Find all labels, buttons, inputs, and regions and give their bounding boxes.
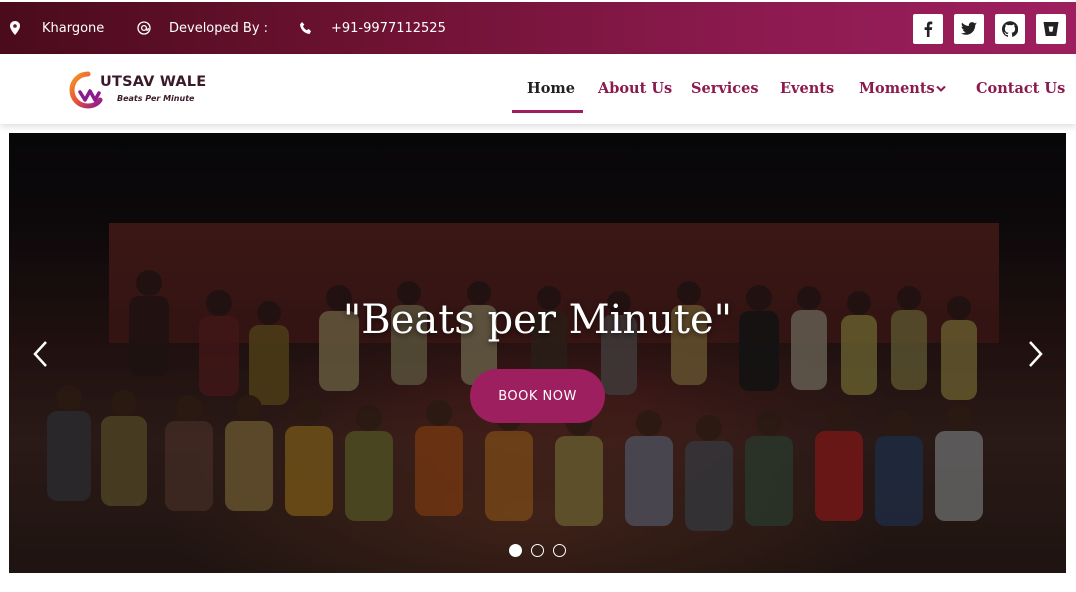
carousel-next-icon[interactable] [1023, 338, 1047, 370]
main-navbar: UTSAV WALE Beats Per Minute Home About U… [0, 54, 1076, 124]
carousel-dot-1[interactable] [509, 544, 522, 557]
hero-carousel: "Beats per Minute" BOOK NOW [9, 133, 1066, 573]
nav-services[interactable]: Services [691, 80, 759, 97]
book-now-button[interactable]: BOOK NOW [470, 369, 605, 423]
logo-title: UTSAV WALE [100, 74, 207, 90]
site-logo[interactable]: UTSAV WALE Beats Per Minute [68, 70, 218, 110]
nav-moments[interactable]: Moments [859, 80, 935, 97]
phone-text[interactable]: +91-9977112525 [331, 2, 446, 54]
nav-events[interactable]: Events [780, 80, 834, 97]
map-pin-icon [9, 2, 21, 54]
nav-contact-us[interactable]: Contact Us [976, 80, 1065, 97]
bitbucket-icon[interactable] [1036, 14, 1066, 44]
nav-about-us[interactable]: About Us [598, 80, 672, 97]
top-bar: Khargone Developed By : +91-9977112525 [0, 2, 1076, 54]
logo-subtitle: Beats Per Minute [117, 94, 195, 103]
developer-label: Developed By : [169, 20, 269, 36]
carousel-dot-3[interactable] [553, 544, 566, 557]
phone-icon [299, 2, 313, 54]
carousel-dot-2[interactable] [531, 544, 544, 557]
crowd-silhouette-image [9, 133, 1066, 573]
facebook-icon[interactable] [913, 14, 943, 44]
github-icon[interactable] [995, 14, 1025, 44]
at-icon [137, 2, 151, 54]
location-text: Khargone [42, 20, 105, 36]
chevron-down-icon[interactable] [936, 85, 946, 93]
carousel-prev-icon[interactable] [29, 338, 53, 370]
twitter-icon[interactable] [954, 14, 984, 44]
nav-home[interactable]: Home [527, 80, 575, 97]
nav-active-indicator [512, 110, 583, 113]
hero-title: "Beats per Minute" [342, 297, 733, 343]
